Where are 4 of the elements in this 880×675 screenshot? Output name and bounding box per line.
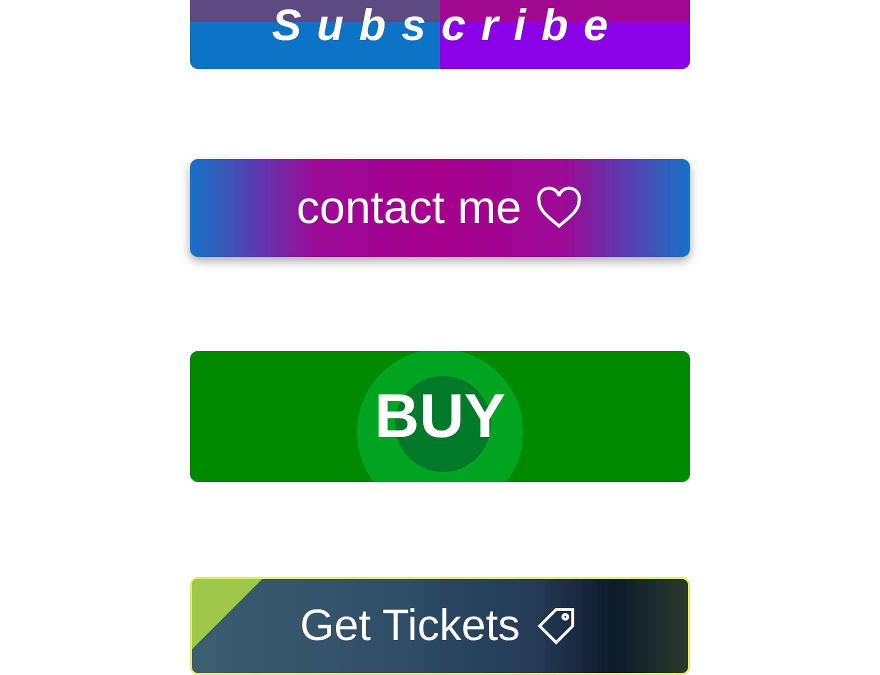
buy-button[interactable]: BUY [190,350,690,482]
subscribe-button[interactable]: Subscribe [190,0,690,70]
tickets-button[interactable]: Get Tickets [190,577,690,675]
contact-button[interactable]: contact me [190,159,690,257]
